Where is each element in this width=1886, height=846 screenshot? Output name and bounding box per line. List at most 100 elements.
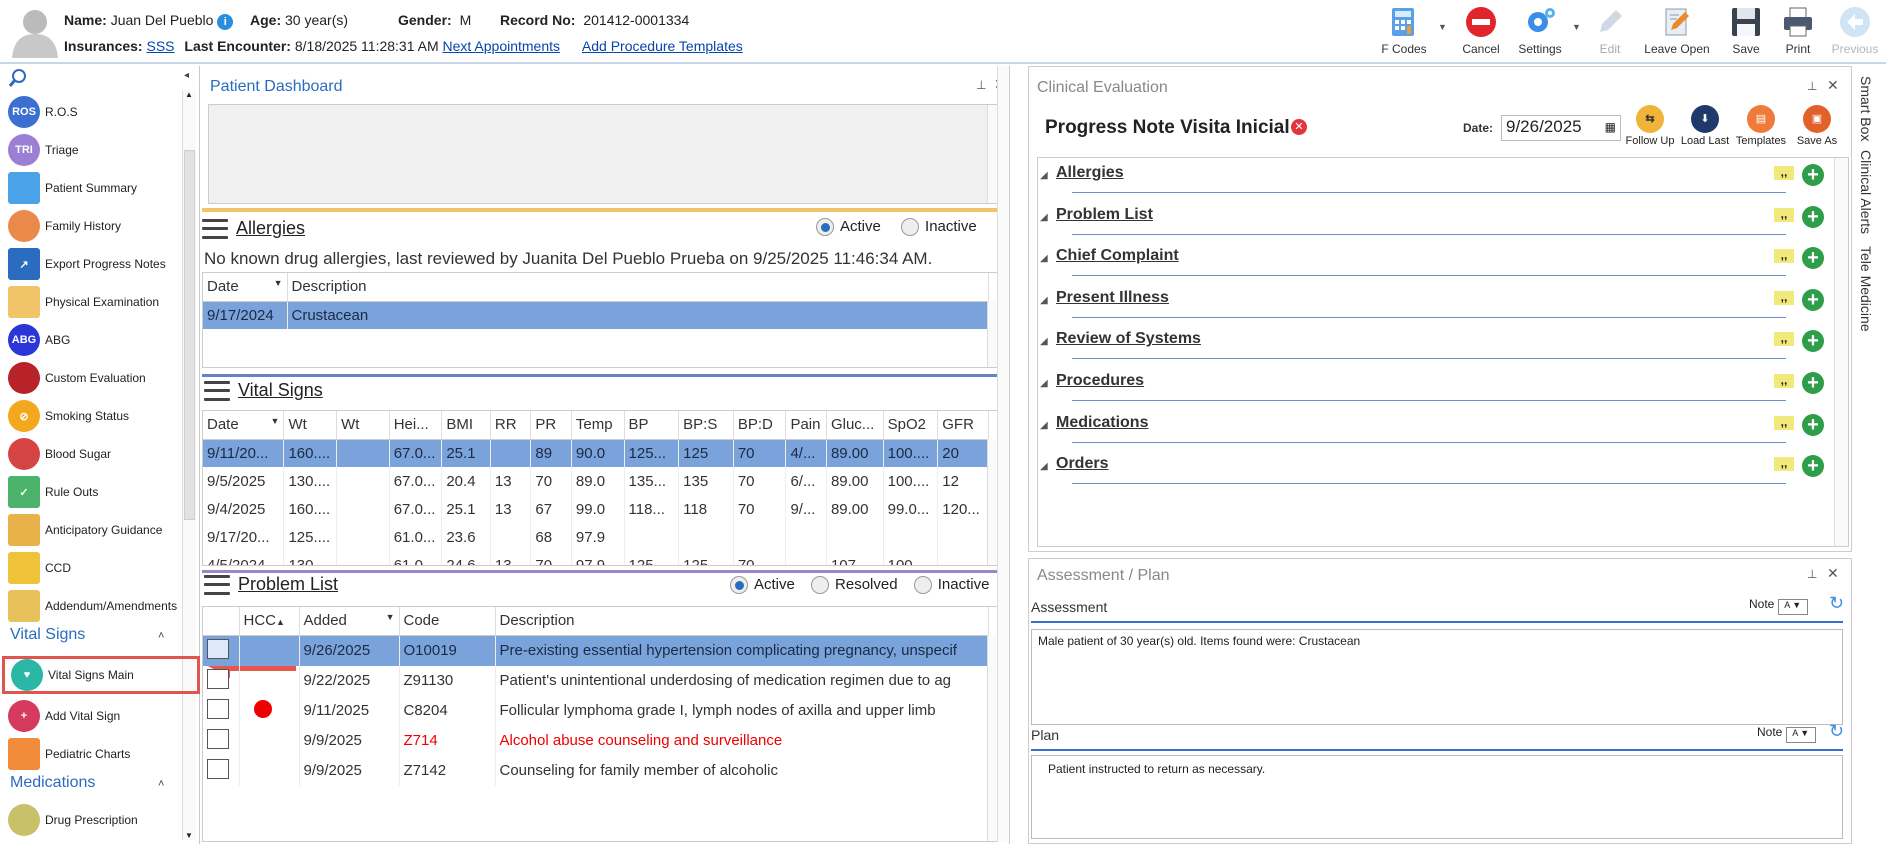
column-header-added[interactable]: Added ▼ xyxy=(299,607,400,636)
pin-icon[interactable]: ⊥ xyxy=(1807,79,1817,93)
section-medications[interactable]: Medications xyxy=(10,774,95,792)
quote-icon[interactable]: ,, xyxy=(1774,290,1794,305)
section-vital-signs[interactable]: Vital Signs xyxy=(10,626,85,644)
templates-button[interactable]: ▤ Templates xyxy=(1733,105,1789,147)
chevron-up-icon[interactable]: ˄ xyxy=(158,778,164,790)
quote-icon[interactable]: ,, xyxy=(1774,332,1794,347)
close-icon[interactable]: ✕ xyxy=(1827,77,1839,94)
select-checkbox[interactable] xyxy=(203,635,240,666)
tab-tele-medicine[interactable]: Tele Medicine xyxy=(1858,246,1874,332)
column-header-description[interactable]: Description xyxy=(287,273,989,302)
edit-button[interactable]: Edit xyxy=(1590,4,1630,56)
chevron-down-icon[interactable]: A ▼ xyxy=(1785,727,1816,743)
problem-list-title[interactable]: Problem List xyxy=(238,574,338,595)
table-row[interactable]: 9/26/2025 O10019 Pre-existing essential hy… xyxy=(203,635,989,666)
add-icon[interactable]: + xyxy=(1802,413,1824,436)
refresh-icon[interactable]: ↻ xyxy=(1829,721,1844,742)
leave-open-button[interactable]: Leave Open xyxy=(1642,4,1712,56)
table-row[interactable]: 9/22/2025 Z91130 Patient's unintentional u… xyxy=(203,665,989,696)
previous-button[interactable]: Previous xyxy=(1828,4,1882,56)
sidebar-item-smoking-status[interactable]: ⊘ Smoking Status xyxy=(8,398,129,434)
column-header[interactable]: BP:S xyxy=(678,411,734,440)
column-header-hcc[interactable]: HCC▲ xyxy=(239,607,300,636)
sidebar-item-addendum[interactable]: Addendum/Amendments xyxy=(8,588,177,624)
section-label[interactable]: Problem List xyxy=(1056,206,1153,224)
tab-clinical-alerts[interactable]: Clinical Alerts xyxy=(1858,150,1874,234)
column-header[interactable]: RR xyxy=(490,411,532,440)
quote-icon[interactable]: ,, xyxy=(1774,249,1794,264)
sidebar-item-pediatric-charts[interactable]: Pediatric Charts xyxy=(8,736,130,772)
expand-triangle-icon[interactable]: ◢ xyxy=(1040,420,1048,431)
sidebar-item-family-history[interactable]: Family History xyxy=(8,208,121,244)
select-checkbox[interactable] xyxy=(203,725,240,756)
chevron-up-icon[interactable]: ˄ xyxy=(158,630,164,642)
sidebar-item-rule-outs[interactable]: ✓ Rule Outs xyxy=(8,474,98,510)
assessment-textbox[interactable]: Male patient of 30 year(s) old. Items fo… xyxy=(1031,629,1843,725)
add-icon[interactable]: + xyxy=(1802,247,1824,270)
load-last-button[interactable]: ⬇ Load Last xyxy=(1679,105,1731,147)
quote-icon[interactable]: ,, xyxy=(1774,166,1794,180)
next-appointments-link[interactable]: Next Appointments xyxy=(443,38,561,54)
sidebar-item-physical-examination[interactable]: Physical Examination xyxy=(8,284,159,320)
refresh-icon[interactable]: ↻ xyxy=(1829,593,1844,614)
settings-dropdown-icon[interactable]: ▼ xyxy=(1572,22,1581,32)
sidebar-item-export-progress-notes[interactable]: ↗ Export Progress Notes xyxy=(8,246,166,282)
menu-icon[interactable] xyxy=(204,380,230,401)
column-header[interactable]: Hei... xyxy=(389,411,443,440)
section-label[interactable]: Procedures xyxy=(1056,372,1144,390)
expand-triangle-icon[interactable]: ◢ xyxy=(1040,295,1048,306)
column-header[interactable]: GFR xyxy=(937,411,989,440)
column-header[interactable]: Gluc... xyxy=(826,411,884,440)
table-row[interactable]: 9/4/2025 160.... 67.0... 25.1 13 67 99.0 118...… xyxy=(203,495,989,523)
table-row[interactable]: 9/5/2025 130.... 67.0... 20.4 13 70 89.0 135...… xyxy=(203,467,989,495)
fcodes-button[interactable]: F Codes xyxy=(1378,4,1430,56)
column-header-code[interactable]: Code xyxy=(399,607,496,636)
calendar-icon[interactable]: ▦ xyxy=(1605,120,1616,134)
column-header[interactable]: BMI xyxy=(441,411,491,440)
inactive-radio[interactable]: Inactive xyxy=(913,576,989,595)
table-row[interactable]: 9/9/2025 Z714 Alcohol abuse counseling and… xyxy=(203,725,989,756)
note-selector[interactable]: Note A ▼ xyxy=(1757,725,1816,743)
print-button[interactable]: Print xyxy=(1778,4,1818,56)
table-row[interactable]: 9/11/20... 160.... 67.0... 25.1 89 90.0 125...… xyxy=(203,439,989,467)
chevron-down-icon[interactable]: A ▼ xyxy=(1777,599,1808,615)
save-button[interactable]: Save xyxy=(1726,4,1766,56)
column-header[interactable]: SpO2 xyxy=(883,411,939,440)
table-row[interactable]: 9/11/2025 C8204 Follicular lymphoma grade … xyxy=(203,695,989,726)
sidebar-item-ccd[interactable]: CCD xyxy=(8,550,71,586)
add-icon[interactable]: + xyxy=(1802,164,1824,186)
section-label[interactable]: Present Illness xyxy=(1056,289,1169,307)
quote-icon[interactable]: ,, xyxy=(1774,374,1794,388)
section-label[interactable]: Medications xyxy=(1056,414,1148,432)
settings-button[interactable]: Settings xyxy=(1512,4,1568,56)
close-icon[interactable]: ✕ xyxy=(1827,565,1839,582)
section-label[interactable]: Orders xyxy=(1056,455,1108,473)
expand-triangle-icon[interactable]: ◢ xyxy=(1040,336,1048,347)
quote-icon[interactable]: ,, xyxy=(1774,457,1794,472)
expand-triangle-icon[interactable]: ◢ xyxy=(1040,212,1048,223)
add-icon[interactable]: + xyxy=(1802,205,1824,228)
menu-icon[interactable] xyxy=(204,574,230,595)
expand-triangle-icon[interactable]: ◢ xyxy=(1040,253,1048,264)
expand-triangle-icon[interactable]: ◢ xyxy=(1040,461,1048,472)
cancel-button[interactable]: Cancel xyxy=(1456,4,1506,56)
section-label[interactable]: Review of Systems xyxy=(1056,330,1201,348)
quote-icon[interactable]: ,, xyxy=(1774,415,1794,430)
add-procedure-templates-link[interactable]: Add Procedure Templates xyxy=(582,38,743,54)
inactive-radio[interactable]: Inactive xyxy=(901,218,977,237)
add-icon[interactable]: + xyxy=(1802,372,1824,394)
add-icon[interactable]: + xyxy=(1802,288,1824,311)
search-icon[interactable] xyxy=(8,68,28,88)
sidebar-item-drug-prescription[interactable]: Drug Prescription xyxy=(8,802,138,838)
resolved-radio[interactable]: Resolved xyxy=(811,576,898,595)
add-icon[interactable]: + xyxy=(1802,455,1824,478)
sidebar-item-vital-signs-main[interactable]: ♥ Vital Signs Main xyxy=(2,656,200,694)
table-row[interactable]: 4/5/2024 130.... 61.0... 24.6 13 70 97.9 125...… xyxy=(203,551,989,565)
note-selector[interactable]: Note A ▼ xyxy=(1749,597,1808,615)
info-icon[interactable]: i xyxy=(217,14,234,30)
scrollbar[interactable] xyxy=(1834,158,1848,546)
active-radio[interactable]: Active xyxy=(730,576,795,595)
sidebar-item-custom-evaluation[interactable]: Custom Evaluation xyxy=(8,360,146,396)
select-checkbox[interactable] xyxy=(203,665,240,696)
tab-smart-box[interactable]: Smart Box xyxy=(1858,76,1874,141)
